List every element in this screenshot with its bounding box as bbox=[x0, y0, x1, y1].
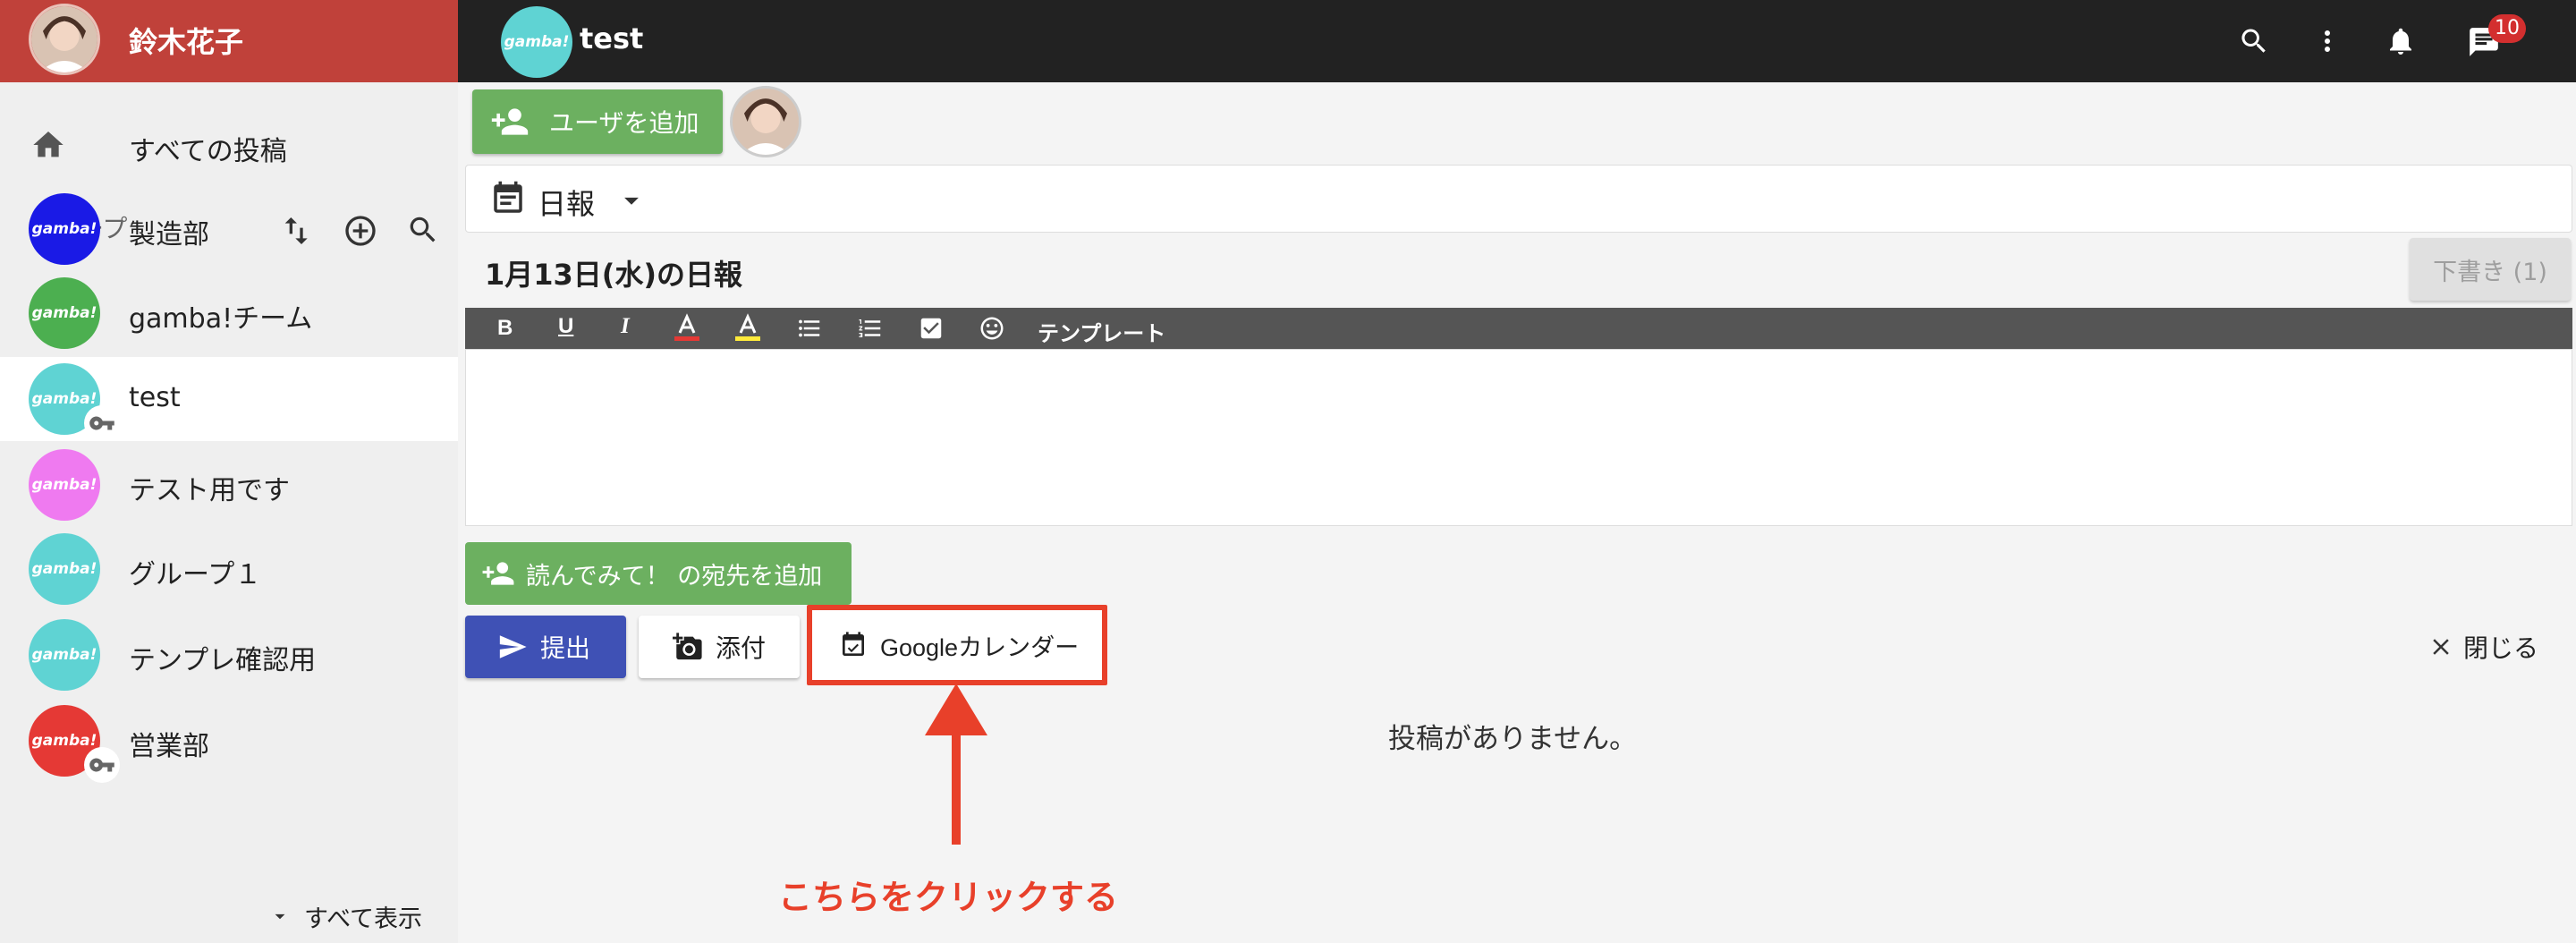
group-name: test bbox=[129, 382, 181, 413]
italic-icon[interactable]: I bbox=[621, 314, 630, 339]
emoji-icon[interactable] bbox=[979, 315, 1005, 342]
close-button[interactable]: 閉じる bbox=[2428, 626, 2538, 667]
template-button[interactable]: テンプレート bbox=[1038, 316, 1165, 347]
group-logo: gamba! bbox=[501, 6, 572, 78]
bulleted-list-icon[interactable] bbox=[796, 315, 823, 342]
group-name: グループ１ bbox=[129, 559, 262, 590]
google-calendar-button[interactable]: Googleカレンダー bbox=[807, 605, 1107, 685]
text-color-icon[interactable] bbox=[674, 313, 699, 342]
empty-message: 投稿がありません。 bbox=[1388, 723, 1638, 755]
notification-badge: 10 bbox=[2488, 14, 2526, 43]
add-recipient-button[interactable]: 読んでみて！ の宛先を追加 bbox=[465, 542, 852, 605]
sidebar-group-item[interactable]: gamba! グループ１ bbox=[0, 527, 458, 611]
numbered-list-icon[interactable] bbox=[857, 315, 884, 342]
top-app-bar: gamba! test 10 bbox=[458, 0, 2576, 82]
attach-button[interactable]: 添付 bbox=[639, 616, 800, 678]
caret-down-icon bbox=[268, 905, 292, 928]
bold-icon[interactable]: B bbox=[497, 316, 513, 341]
add-recipient-label: 読んでみて！ の宛先を追加 bbox=[526, 562, 823, 590]
group-name: テンプレ確認用 bbox=[129, 645, 317, 676]
group-logo: gamba! bbox=[29, 619, 100, 691]
report-type-select[interactable]: 日報 bbox=[465, 165, 2572, 233]
report-type-label: 日報 bbox=[538, 187, 596, 221]
show-all-button[interactable]: すべて表示 bbox=[268, 898, 422, 934]
sidebar-header: 鈴木花子 bbox=[0, 0, 458, 82]
report-title: 1月13日(水)の日報 bbox=[485, 258, 743, 292]
group-name: gamba!チーム bbox=[129, 303, 313, 335]
editor-body[interactable] bbox=[465, 349, 2572, 526]
group-name: 営業部 bbox=[129, 731, 209, 762]
calendar-icon bbox=[839, 631, 868, 659]
attach-label: 添付 bbox=[716, 633, 767, 663]
search-icon[interactable] bbox=[2238, 25, 2270, 57]
sidebar-group-item[interactable]: gamba! 製造部 bbox=[0, 187, 458, 271]
submit-label: 提出 bbox=[540, 633, 591, 663]
home-icon bbox=[30, 127, 66, 163]
send-icon bbox=[497, 632, 528, 662]
add-user-label: ユーザを追加 bbox=[549, 108, 699, 138]
annotation-text: こちらをクリックする bbox=[778, 878, 1119, 917]
draft-button[interactable]: 下書き (1) bbox=[2410, 238, 2571, 301]
group-logo: gamba! bbox=[29, 277, 100, 349]
all-posts-label: すべての投稿 bbox=[129, 136, 287, 167]
all-posts-item[interactable]: すべての投稿 bbox=[0, 116, 458, 174]
key-icon bbox=[84, 747, 120, 783]
sidebar-group-item[interactable]: gamba! test bbox=[0, 357, 458, 441]
group-name: 製造部 bbox=[129, 219, 209, 251]
user-name: 鈴木花子 bbox=[129, 25, 244, 59]
show-all-label: すべて表示 bbox=[304, 905, 423, 933]
person-add-icon bbox=[481, 556, 515, 590]
checkbox-icon[interactable] bbox=[918, 315, 945, 342]
group-logo: gamba! bbox=[29, 449, 100, 521]
submit-button[interactable]: 提出 bbox=[465, 616, 626, 678]
bell-icon[interactable] bbox=[2385, 25, 2417, 57]
highlight-color-icon[interactable] bbox=[735, 313, 760, 342]
underline-icon[interactable]: U bbox=[558, 314, 573, 339]
editor-toolbar: B U I テンプレート bbox=[465, 308, 2572, 349]
member-avatar[interactable] bbox=[730, 86, 801, 157]
close-icon bbox=[2428, 633, 2454, 660]
group-logo: gamba! bbox=[29, 533, 100, 605]
sidebar: すべての投稿 グループ gamba!製造部gamba!gamba!チームgamb… bbox=[0, 82, 458, 943]
more-vert-icon[interactable] bbox=[2311, 25, 2343, 57]
main-content: ユーザを追加 日報 1月13日(水)の日報 下書き (1) B U I テンプレ… bbox=[458, 82, 2576, 943]
close-label: 閉じる bbox=[2463, 633, 2539, 663]
event-note-icon bbox=[489, 180, 527, 217]
camera-icon bbox=[673, 632, 703, 662]
sidebar-group-item[interactable]: gamba! 営業部 bbox=[0, 699, 458, 783]
dropdown-arrow-icon bbox=[614, 183, 648, 217]
group-name: テスト用です bbox=[129, 475, 290, 506]
sidebar-group-item[interactable]: gamba! gamba!チーム bbox=[0, 271, 458, 355]
key-icon bbox=[84, 405, 120, 441]
person-add-icon bbox=[490, 102, 530, 141]
sidebar-group-item[interactable]: gamba! テスト用です bbox=[0, 443, 458, 527]
google-calendar-label: Googleカレンダー bbox=[880, 633, 1080, 661]
group-logo: gamba! bbox=[29, 193, 100, 265]
add-user-button[interactable]: ユーザを追加 bbox=[472, 89, 723, 154]
arrow-annotation bbox=[925, 684, 987, 871]
group-title: test bbox=[580, 21, 644, 55]
user-avatar[interactable] bbox=[29, 4, 100, 75]
sidebar-group-item[interactable]: gamba! テンプレ確認用 bbox=[0, 613, 458, 697]
